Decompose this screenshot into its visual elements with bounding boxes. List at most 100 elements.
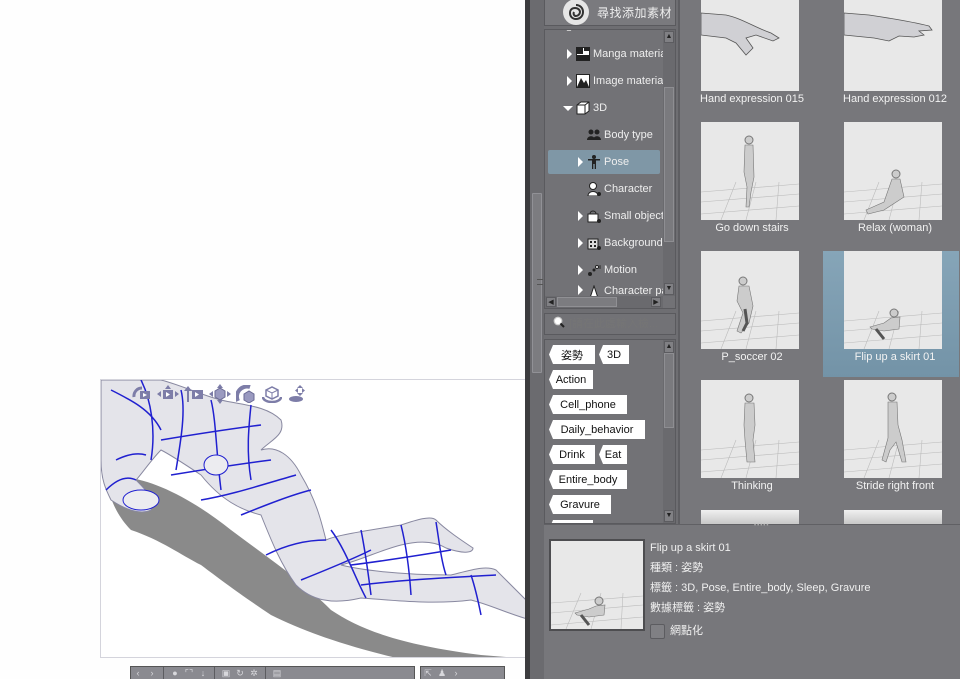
chevron-right-icon[interactable]: › <box>145 668 159 678</box>
more-icon[interactable]: › <box>449 668 463 678</box>
register-material-icon[interactable]: ▤ <box>270 668 284 678</box>
tag-list: 姿勢 3D Action Cell_phone Daily_behavior D… <box>544 339 676 524</box>
tag-daily-behavior[interactable]: Daily_behavior <box>549 420 645 439</box>
scroll-left-arrow-icon[interactable]: ◀ <box>546 297 556 307</box>
tag-label: Cell_phone <box>560 398 616 411</box>
pose-icon[interactable]: ♟ <box>435 668 449 678</box>
tag-cell-phone[interactable]: Cell_phone <box>549 395 627 414</box>
reset-rotation-icon[interactable]: ↻ <box>233 668 247 678</box>
tag-entire-body[interactable]: Entire_body <box>549 470 627 489</box>
canvas-vertical-scrollbar[interactable] <box>530 0 544 679</box>
3d-manipulator-toolbar <box>131 384 309 404</box>
chevron-left-icon[interactable]: ‹ <box>131 668 145 678</box>
tag-list-scrollbar[interactable]: ▲ ▼ <box>663 340 675 523</box>
material-card-partial[interactable] <box>701 510 799 524</box>
tree-item-label: Image material <box>593 75 666 87</box>
scrollbar-thumb[interactable] <box>532 193 543 373</box>
detail-tags: 標籤 : 3D, Pose, Entire_body, Sleep, Gravu… <box>650 582 871 594</box>
grip-icon <box>537 279 543 285</box>
camera-pan-icon[interactable] <box>157 384 179 404</box>
tag-action[interactable]: Action <box>549 370 593 389</box>
scroll-right-arrow-icon[interactable]: ▶ <box>651 297 661 307</box>
search-icon <box>553 315 565 333</box>
material-name: Relax (woman) <box>858 222 932 234</box>
scrollbar-thumb[interactable] <box>664 87 674 242</box>
tag-eat[interactable]: Eat <box>599 445 627 464</box>
expand-arrow-icon[interactable] <box>578 211 583 221</box>
add-object-icon[interactable]: ▣ <box>219 668 233 678</box>
scrollbar-thumb[interactable] <box>557 297 617 307</box>
tag-search-input[interactable] <box>569 318 669 330</box>
tree-item-3d[interactable]: 3D <box>563 96 675 120</box>
expand-arrow-icon[interactable] <box>578 285 583 295</box>
material-card[interactable]: Hand expression 015 <box>680 0 816 119</box>
material-name: Hand expression 012 <box>843 93 947 105</box>
resize-grip-icon[interactable]: ••••• <box>754 523 770 529</box>
scroll-down-arrow-icon[interactable]: ▼ <box>664 510 674 522</box>
halftone-option[interactable]: 網點化 <box>650 621 871 641</box>
material-name: Stride right front <box>855 480 935 492</box>
move-plane-icon[interactable] <box>287 384 309 404</box>
tree-item-small-objects[interactable]: Small objects <box>578 204 675 228</box>
rotate-object-icon[interactable] <box>261 384 283 404</box>
material-card[interactable]: P_soccer 02 <box>680 251 816 377</box>
tree-item-pose[interactable]: Pose <box>548 150 660 174</box>
ground-icon[interactable]: ↓ <box>196 668 210 678</box>
material-card[interactable]: Hand expression 012 <box>823 0 959 119</box>
tag-3d[interactable]: 3D <box>599 345 629 364</box>
3d-viewport[interactable] <box>100 379 530 658</box>
tag-drink[interactable]: Drink <box>549 445 595 464</box>
scroll-up-arrow-icon[interactable]: ▲ <box>664 31 674 43</box>
expand-arrow-icon[interactable] <box>578 157 583 167</box>
move-icon[interactable] <box>209 384 231 404</box>
material-card[interactable]: Stride right front <box>823 380 959 506</box>
camera-rotate-icon[interactable] <box>131 384 153 404</box>
tree-item-manga-material[interactable]: Manga material <box>567 42 675 66</box>
material-card-selected[interactable]: Flip up a skirt 01 <box>823 251 959 377</box>
light-icon[interactable]: ✲ <box>247 668 261 678</box>
cube-icon <box>576 101 590 115</box>
detail-thumbnail <box>549 539 645 631</box>
fit-frame-icon[interactable]: ⌜⌝ <box>182 668 196 678</box>
tree-vertical-scrollbar[interactable]: ▲ ▼ <box>663 30 675 296</box>
expand-arrow-icon[interactable] <box>578 265 583 275</box>
material-card[interactable]: Thinking <box>680 380 816 506</box>
tree-item-background[interactable]: Background <box>578 231 675 255</box>
tree-item-motion[interactable]: Motion <box>578 258 675 282</box>
scrollbar-thumb[interactable] <box>664 353 674 428</box>
expand-arrow-icon[interactable] <box>578 238 583 248</box>
material-card[interactable]: Relax (woman) <box>823 122 959 248</box>
halftone-checkbox[interactable] <box>650 623 665 639</box>
body-type-icon <box>587 128 601 142</box>
tree-item-label: Small objects <box>604 210 670 222</box>
tag-label: 姿勢 <box>561 349 583 362</box>
find-add-material-button[interactable]: 尋找添加素材 <box>544 0 676 26</box>
expand-arrow-icon[interactable] <box>567 76 572 86</box>
tag-search-box[interactable] <box>544 313 676 335</box>
tag-label: Gravure <box>560 498 600 511</box>
export-icon[interactable]: ⇱ <box>421 668 435 678</box>
material-grid: Hand expression 015 Hand expression 012 … <box>680 0 960 524</box>
collapse-arrow-icon[interactable] <box>563 105 573 111</box>
tag-pose-zh[interactable]: 姿勢 <box>549 345 595 364</box>
material-panel: 尋找添加素材 ▲ Manga material Image material 3… <box>544 0 960 679</box>
camera-dolly-icon[interactable] <box>183 384 205 404</box>
material-name: Thinking <box>731 480 773 492</box>
3d-model-figure[interactable] <box>101 380 530 658</box>
scroll-down-arrow-icon[interactable]: ▼ <box>664 283 674 295</box>
detail-info: Flip up a skirt 01 種類 : 姿勢 標籤 : 3D, Pose… <box>650 541 871 641</box>
rotate-icon[interactable] <box>235 384 257 404</box>
motion-icon <box>587 263 601 277</box>
small-object-icon <box>587 209 601 223</box>
tag-gravure[interactable]: Gravure <box>549 495 611 514</box>
expand-arrow-icon[interactable] <box>567 49 572 59</box>
scroll-up-arrow-icon[interactable]: ▲ <box>664 341 674 353</box>
material-card[interactable]: Go down stairs <box>680 122 816 248</box>
camera-icon[interactable]: ● <box>168 668 182 678</box>
material-card-partial[interactable] <box>844 510 942 524</box>
tree-horizontal-scrollbar[interactable]: ◀ ▶ <box>545 296 663 308</box>
canvas-area[interactable]: ‹ › ● ⌜⌝ ↓ ▣ ↻ ✲ ▤ ⇱ ♟ › <box>0 0 530 679</box>
find-add-material-label: 尋找添加素材 <box>597 6 673 20</box>
material-name: P_soccer 02 <box>721 351 783 363</box>
tree-item-image-material[interactable]: Image material <box>567 69 675 93</box>
